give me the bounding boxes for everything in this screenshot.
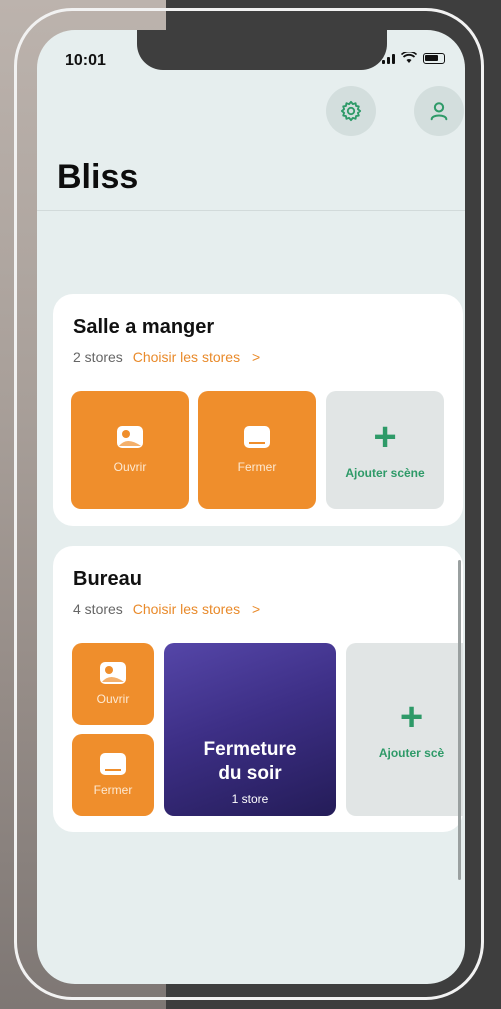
add-scene-label: Ajouter scè (378, 745, 445, 760)
page-title: Bliss (57, 158, 139, 196)
scene-name-line2: du soir (218, 763, 282, 784)
wifi-icon (401, 52, 417, 63)
closed-blind-icon (244, 426, 270, 448)
scene-tile-ouvrir[interactable]: Ouvrir (71, 391, 189, 509)
app-screen: 10:01 Bliss Salle a manger 2 stores Choi… (37, 30, 465, 984)
choose-stores-label: Choisir les stores (132, 349, 241, 365)
sun-window-icon (100, 662, 126, 684)
scene-tile-label: Ouvrir (113, 460, 147, 474)
settings-button[interactable] (326, 86, 376, 136)
battery-icon (423, 52, 445, 64)
room-title: Salle a manger (73, 316, 215, 338)
plus-icon: + (399, 694, 424, 739)
chevron-right-icon: > (251, 349, 261, 365)
notch (137, 30, 387, 70)
add-scene-button[interactable]: + Ajouter scè (346, 643, 463, 816)
scene-store-count: 1 store (231, 792, 269, 806)
scene-tile-label: Ouvrir (96, 692, 130, 706)
room-subtitle: 4 stores Choisir les stores > (73, 601, 260, 617)
sun-window-icon (117, 426, 143, 448)
profile-button[interactable] (414, 86, 464, 136)
chevron-right-icon: > (251, 601, 261, 617)
plus-icon: + (373, 415, 397, 459)
choose-stores-link[interactable]: Choisir les stores > (133, 601, 260, 617)
gear-icon (340, 100, 362, 122)
room-title: Bureau (73, 568, 142, 590)
scene-tile-fermeture-du-soir[interactable]: Fermeture du soir 1 store (164, 643, 336, 816)
scene-tile-label: Fermer (93, 783, 133, 797)
add-scene-label: Ajouter scène (345, 466, 425, 480)
scene-name: Fermeture du soir (204, 738, 297, 786)
status-time: 10:01 (65, 52, 106, 69)
scene-tile-fermer[interactable]: Fermer (72, 734, 154, 816)
choose-stores-label: Choisir les stores (132, 601, 241, 617)
room-store-count: 2 stores (73, 349, 123, 365)
room-subtitle: 2 stores Choisir les stores > (73, 349, 260, 365)
closed-blind-icon (100, 753, 126, 775)
signal-icon (382, 52, 395, 64)
scene-tile-label: Fermer (237, 460, 277, 474)
room-card-bureau: Bureau 4 stores Choisir les stores > Ouv… (53, 546, 463, 832)
scene-tile-ouvrir[interactable]: Ouvrir (72, 643, 154, 725)
scrollbar[interactable] (458, 560, 461, 880)
user-icon (430, 102, 448, 121)
status-icons (382, 52, 445, 64)
room-store-count: 4 stores (73, 601, 123, 617)
scene-tile-fermer[interactable]: Fermer (198, 391, 316, 509)
room-card-salle-a-manger: Salle a manger 2 stores Choisir les stor… (53, 294, 463, 526)
choose-stores-link[interactable]: Choisir les stores > (133, 349, 260, 365)
header-divider (37, 210, 465, 211)
scene-name-line1: Fermeture (203, 739, 297, 760)
add-scene-button[interactable]: + Ajouter scène (326, 391, 444, 509)
